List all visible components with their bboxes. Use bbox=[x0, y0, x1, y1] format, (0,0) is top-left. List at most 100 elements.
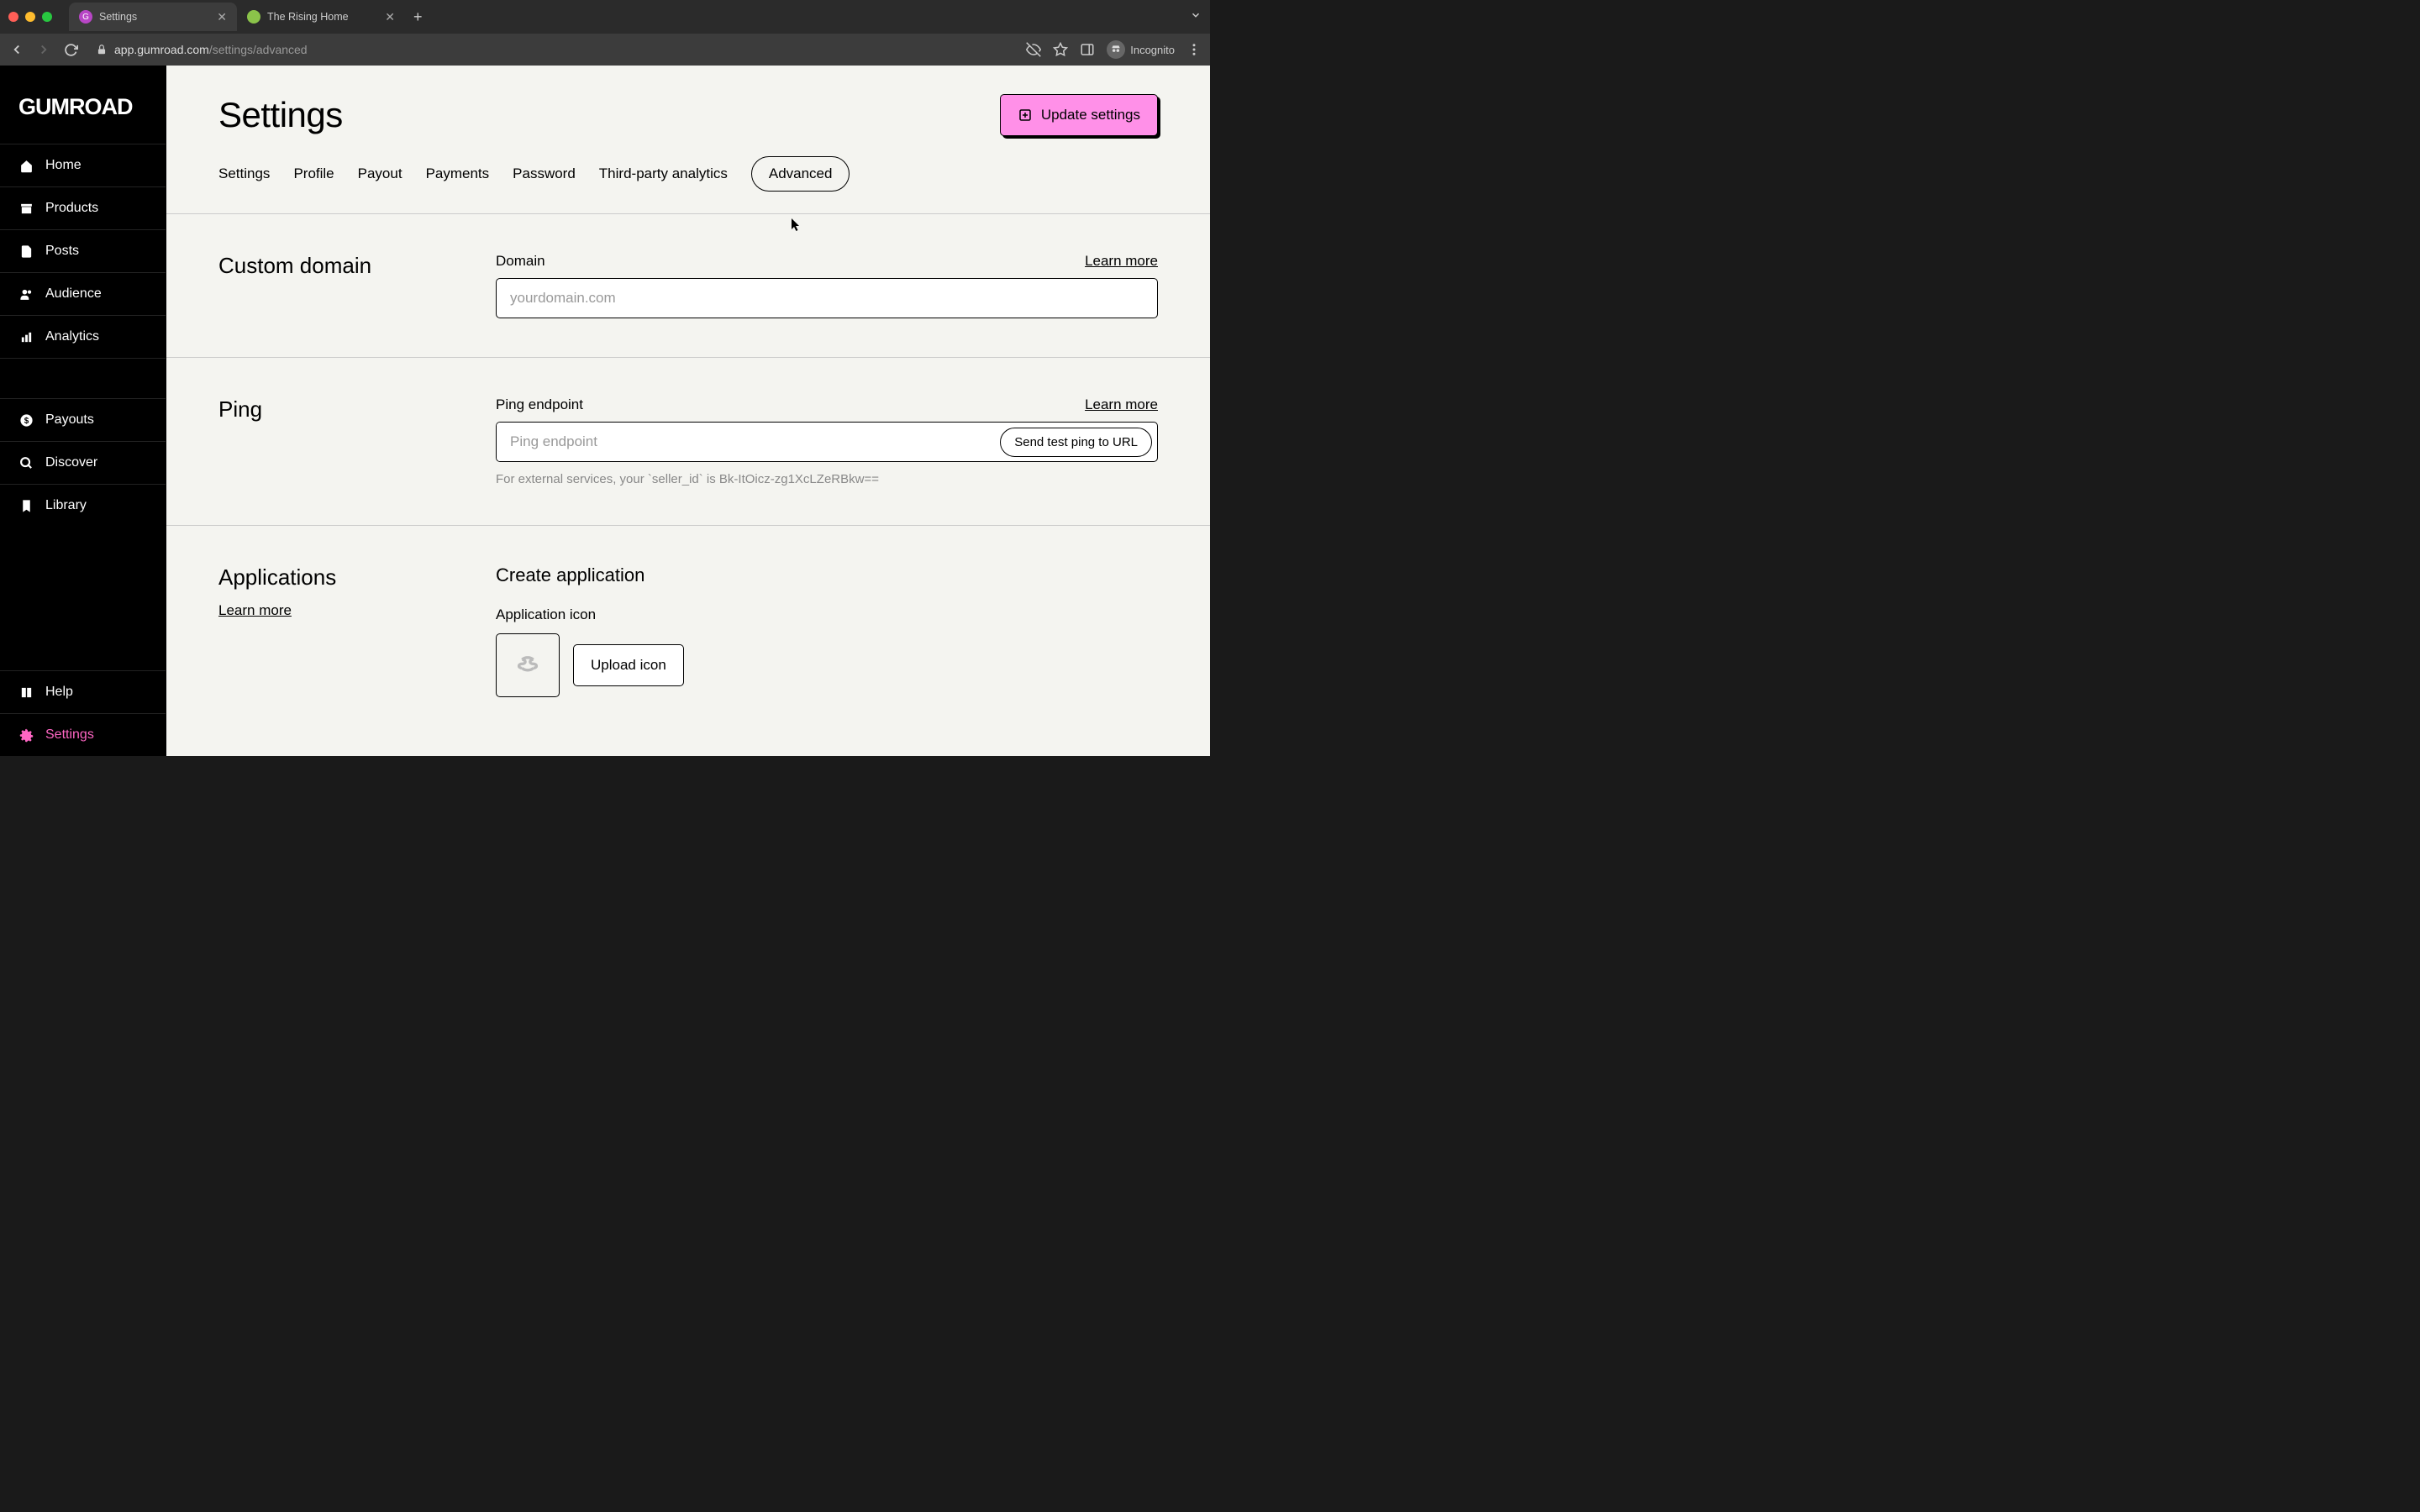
forward-button[interactable] bbox=[35, 42, 52, 57]
tab-advanced[interactable]: Advanced bbox=[751, 156, 850, 192]
sidebar-item-label: Products bbox=[45, 201, 98, 216]
incognito-badge[interactable]: Incognito bbox=[1107, 40, 1175, 59]
field-header: Ping endpoint Learn more bbox=[496, 396, 1158, 413]
section-title: Ping bbox=[218, 396, 462, 423]
favicon-icon: G bbox=[79, 10, 92, 24]
page-header: Settings Update settings bbox=[166, 66, 1210, 148]
tab-third-party-analytics[interactable]: Third-party analytics bbox=[599, 159, 728, 189]
sidebar-item-products[interactable]: Products bbox=[0, 186, 166, 229]
url-field[interactable]: app.gumroad.com/settings/advanced bbox=[89, 43, 1016, 56]
reload-button[interactable] bbox=[62, 43, 79, 57]
update-settings-button[interactable]: Update settings bbox=[1000, 94, 1158, 136]
sidebar-item-settings[interactable]: Settings bbox=[0, 713, 166, 756]
browser-tab-strip: G Settings ✕ The Rising Home ✕ + bbox=[0, 0, 1210, 34]
home-icon bbox=[18, 158, 34, 173]
close-tab-icon[interactable]: ✕ bbox=[385, 10, 395, 24]
tab-title: The Rising Home bbox=[267, 11, 349, 23]
section-ping: Ping Ping endpoint Learn more Send test … bbox=[166, 358, 1210, 526]
maximize-window-icon[interactable] bbox=[42, 12, 52, 22]
sidebar-item-label: Posts bbox=[45, 244, 79, 259]
users-icon bbox=[18, 286, 34, 302]
section-applications: Applications Learn more Create applicati… bbox=[166, 526, 1210, 736]
tab-password[interactable]: Password bbox=[513, 159, 576, 189]
sidebar-item-analytics[interactable]: Analytics bbox=[0, 315, 166, 358]
sidebar-item-discover[interactable]: Discover bbox=[0, 441, 166, 484]
icon-upload-row: Upload icon bbox=[496, 633, 1158, 697]
tab-rising-home[interactable]: The Rising Home ✕ bbox=[237, 3, 405, 31]
sidebar-item-audience[interactable]: Audience bbox=[0, 272, 166, 315]
dollar-icon: $ bbox=[18, 412, 34, 428]
book-icon bbox=[18, 685, 34, 700]
save-icon bbox=[1018, 108, 1033, 123]
nav-spacer bbox=[0, 527, 166, 670]
page-title: Settings bbox=[218, 95, 343, 135]
url-host: app.gumroad.com/settings/advanced bbox=[114, 43, 308, 56]
star-icon[interactable] bbox=[1053, 42, 1068, 57]
bookmark-icon bbox=[18, 498, 34, 513]
app-container: GUMROAD Home Products Posts Audience Ana… bbox=[0, 66, 1210, 756]
sidebar-item-label: Analytics bbox=[45, 329, 99, 344]
nav-group-mid: $ Payouts Discover Library bbox=[0, 398, 166, 527]
tab-profile[interactable]: Profile bbox=[293, 159, 334, 189]
close-tab-icon[interactable]: ✕ bbox=[217, 10, 227, 24]
tab-list: G Settings ✕ The Rising Home ✕ + bbox=[69, 3, 431, 31]
sidebar-item-label: Library bbox=[45, 498, 87, 513]
sidebar-item-label: Settings bbox=[45, 727, 94, 743]
eye-off-icon[interactable] bbox=[1026, 42, 1041, 57]
sidebar-item-library[interactable]: Library bbox=[0, 484, 166, 527]
sidebar-item-posts[interactable]: Posts bbox=[0, 229, 166, 272]
field-header: Domain Learn more bbox=[496, 253, 1158, 270]
section-body: Domain Learn more bbox=[496, 253, 1158, 318]
menu-icon[interactable] bbox=[1186, 42, 1202, 57]
sidebar-item-label: Home bbox=[45, 158, 82, 173]
search-icon bbox=[18, 455, 34, 470]
ping-endpoint-input[interactable] bbox=[497, 423, 1000, 461]
toolbar-right: Incognito bbox=[1026, 40, 1202, 59]
sidebar-item-label: Payouts bbox=[45, 412, 94, 428]
sidebar-item-home[interactable]: Home bbox=[0, 144, 166, 186]
sidebar-item-label: Audience bbox=[45, 286, 102, 302]
learn-more-link[interactable]: Learn more bbox=[1085, 253, 1158, 270]
sidebar-item-payouts[interactable]: $ Payouts bbox=[0, 398, 166, 441]
ping-input-group: Send test ping to URL bbox=[496, 422, 1158, 462]
address-bar: app.gumroad.com/settings/advanced Incogn… bbox=[0, 34, 1210, 66]
domain-input[interactable] bbox=[496, 278, 1158, 318]
create-application-heading: Create application bbox=[496, 564, 1158, 586]
section-header: Custom domain bbox=[218, 253, 462, 318]
tab-settings[interactable]: Settings bbox=[218, 159, 270, 189]
tabs-dropdown-icon[interactable] bbox=[1190, 9, 1202, 25]
favicon-icon bbox=[247, 10, 260, 24]
upload-icon-button[interactable]: Upload icon bbox=[573, 644, 684, 686]
tab-title: Settings bbox=[99, 11, 137, 23]
tab-payments[interactable]: Payments bbox=[426, 159, 490, 189]
panel-icon[interactable] bbox=[1080, 42, 1095, 57]
back-button[interactable] bbox=[8, 42, 25, 57]
main-content: Settings Update settings Settings Profil… bbox=[166, 66, 1210, 756]
app-icon-label: Application icon bbox=[496, 606, 1158, 623]
section-body: Create application Application icon Uplo… bbox=[496, 564, 1158, 697]
chart-icon bbox=[18, 329, 34, 344]
sidebar-item-help[interactable]: Help bbox=[0, 670, 166, 713]
incognito-icon bbox=[1107, 40, 1125, 59]
send-test-ping-button[interactable]: Send test ping to URL bbox=[1000, 428, 1152, 457]
gear-icon bbox=[18, 727, 34, 743]
new-tab-button[interactable]: + bbox=[405, 8, 431, 26]
nav-group-top: Home Products Posts Audience Analytics bbox=[0, 144, 166, 358]
tab-payout[interactable]: Payout bbox=[358, 159, 402, 189]
section-title: Applications bbox=[218, 564, 462, 591]
learn-more-link[interactable]: Learn more bbox=[218, 602, 292, 619]
minimize-window-icon[interactable] bbox=[25, 12, 35, 22]
section-body: Ping endpoint Learn more Send test ping … bbox=[496, 396, 1158, 486]
sidebar-item-label: Help bbox=[45, 685, 73, 700]
logo[interactable]: GUMROAD bbox=[0, 66, 166, 144]
tab-settings[interactable]: G Settings ✕ bbox=[69, 3, 237, 31]
archive-icon bbox=[18, 201, 34, 216]
app-icon-placeholder bbox=[496, 633, 560, 697]
learn-more-link[interactable]: Learn more bbox=[1085, 396, 1158, 413]
sidebar-item-label: Discover bbox=[45, 455, 97, 470]
seller-id-hint: For external services, your `seller_id` … bbox=[496, 472, 1158, 486]
image-placeholder-icon bbox=[511, 648, 544, 682]
close-window-icon[interactable] bbox=[8, 12, 18, 22]
settings-tabs: Settings Profile Payout Payments Passwor… bbox=[166, 148, 1210, 214]
nav-group-bottom: Help Settings bbox=[0, 670, 166, 756]
